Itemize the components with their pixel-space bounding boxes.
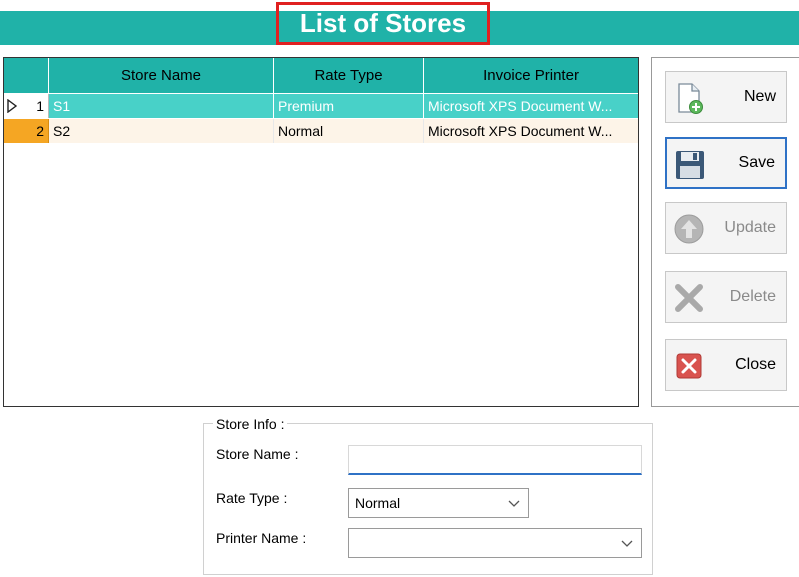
row-header[interactable]: 2 (4, 119, 49, 143)
store-info-group: Store Info : Store Name : Rate Type : No… (203, 416, 653, 575)
row-header[interactable]: 1 (4, 94, 49, 118)
column-header-rate-type[interactable]: Rate Type (274, 58, 424, 93)
update-button-label: Update (724, 219, 776, 236)
close-button[interactable]: Close (665, 339, 787, 391)
update-button[interactable]: Update (665, 202, 787, 254)
table-row[interactable]: 1 S1 Premium Microsoft XPS Document W... (4, 94, 638, 118)
new-button[interactable]: New (665, 71, 787, 123)
cell-rate-type[interactable]: Premium (274, 94, 424, 118)
rate-type-select[interactable]: Normal (348, 488, 529, 518)
stores-grid[interactable]: Store Name Rate Type Invoice Printer 1 S… (3, 57, 639, 407)
table-row[interactable]: 2 S2 Normal Microsoft XPS Document W... (4, 119, 638, 143)
page-title-text: List of Stores (299, 8, 467, 38)
x-mark-icon (675, 284, 703, 312)
row-number: 1 (36, 98, 44, 114)
cell-store-name[interactable]: S2 (49, 119, 274, 143)
cell-invoice-printer[interactable]: Microsoft XPS Document W... (424, 94, 638, 118)
column-header-invoice-printer[interactable]: Invoice Printer (424, 58, 638, 93)
delete-button[interactable]: Delete (665, 271, 787, 323)
store-name-label: Store Name : (216, 446, 299, 462)
cell-store-name[interactable]: S1 (49, 94, 274, 118)
red-close-icon (676, 353, 702, 379)
grid-header: Store Name Rate Type Invoice Printer (4, 58, 638, 93)
row-pointer-icon (7, 99, 17, 113)
delete-button-label: Delete (729, 288, 776, 305)
cell-invoice-printer[interactable]: Microsoft XPS Document W... (424, 119, 638, 143)
printer-name-label: Printer Name : (216, 530, 307, 546)
save-button[interactable]: Save (665, 137, 787, 189)
printer-name-select[interactable] (348, 528, 642, 558)
store-name-input[interactable] (348, 445, 642, 475)
row-header-corner (4, 58, 49, 93)
chevron-down-icon (621, 540, 633, 547)
rate-type-label: Rate Type : (216, 490, 288, 506)
column-header-store-name[interactable]: Store Name (49, 58, 274, 93)
store-info-legend: Store Info : (213, 416, 288, 432)
page-title: List of Stores (276, 2, 490, 45)
new-document-plus-icon (678, 83, 703, 114)
save-button-label: Save (738, 154, 775, 171)
button-panel: New Save Update Delete Close (651, 57, 799, 407)
rate-type-value: Normal (355, 495, 401, 511)
close-button-label: Close (735, 356, 776, 373)
row-number: 2 (36, 123, 44, 139)
cell-rate-type[interactable]: Normal (274, 119, 424, 143)
chevron-down-icon (508, 500, 520, 507)
new-button-label: New (743, 88, 776, 105)
floppy-disk-icon (676, 151, 704, 179)
up-arrow-circle-icon (674, 214, 704, 244)
